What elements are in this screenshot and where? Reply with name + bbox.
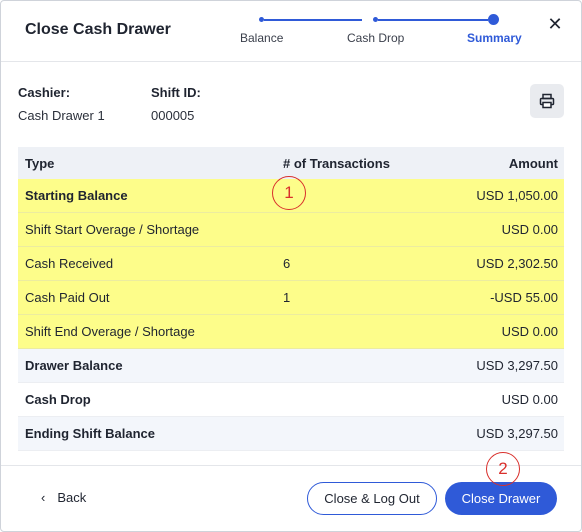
table-row: Ending Shift Balance USD 3,297.50 [18, 417, 564, 451]
row-amount: USD 1,050.00 [476, 188, 558, 203]
table-header-row: Type # of Transactions Amount [18, 147, 564, 179]
close-icon[interactable]: ✕ [546, 15, 564, 33]
printer-icon [539, 93, 555, 109]
table-row: Cash Paid Out 1 -USD 55.00 [18, 281, 564, 315]
row-type: Drawer Balance [25, 358, 123, 373]
row-type: Ending Shift Balance [25, 426, 156, 441]
row-amount: -USD 55.00 [490, 290, 558, 305]
close-cash-drawer-dialog: Close Cash Drawer Balance Cash Drop Summ… [0, 0, 582, 532]
step-dot-cash-drop [373, 17, 378, 22]
row-type: Shift End Overage / Shortage [25, 324, 195, 339]
cashier-label: Cashier: [18, 85, 71, 100]
table-row: Shift End Overage / Shortage USD 0.00 [18, 315, 564, 349]
dialog-title: Close Cash Drawer [25, 21, 171, 38]
back-button[interactable]: ‹ Back [41, 490, 86, 505]
stepper-line-1 [264, 19, 362, 21]
table-row: Cash Drop USD 0.00 [18, 383, 564, 417]
header-transactions: # of Transactions [283, 156, 390, 171]
row-type: Cash Received [25, 256, 114, 271]
print-button[interactable] [530, 84, 564, 118]
row-amount: USD 0.00 [501, 392, 558, 407]
step-summary[interactable]: Summary [467, 31, 522, 45]
row-amount: USD 3,297.50 [476, 426, 558, 441]
table-row: Drawer Balance USD 3,297.50 [18, 349, 564, 383]
row-type: Cash Paid Out [25, 290, 110, 305]
row-transactions: 6 [283, 256, 291, 271]
callout-marker-1: 1 [272, 176, 306, 210]
cashier-value: Cash Drawer 1 [18, 108, 105, 123]
header-amount: Amount [508, 156, 558, 171]
close-drawer-button[interactable]: Close Drawer [445, 482, 557, 515]
stepper: Balance Cash Drop Summary [229, 13, 529, 53]
step-dot-balance [259, 17, 264, 22]
dialog-header: Close Cash Drawer Balance Cash Drop Summ… [1, 1, 581, 62]
row-transactions: 1 [283, 290, 291, 305]
stepper-line-2 [378, 19, 488, 21]
row-type: Shift Start Overage / Shortage [25, 222, 200, 237]
back-label: Back [57, 490, 87, 505]
row-amount: USD 3,297.50 [476, 358, 558, 373]
row-amount: USD 0.00 [501, 324, 558, 339]
chevron-left-icon: ‹ [41, 490, 46, 505]
close-and-logout-button[interactable]: Close & Log Out [307, 482, 437, 515]
callout-marker-2: 2 [486, 452, 520, 486]
step-dot-summary [488, 14, 499, 25]
table-row: Cash Received 6 USD 2,302.50 [18, 247, 564, 281]
step-cash-drop[interactable]: Cash Drop [347, 31, 404, 45]
step-balance[interactable]: Balance [240, 31, 283, 45]
row-amount: USD 2,302.50 [476, 256, 558, 271]
row-type: Starting Balance [25, 188, 128, 203]
table-row: Shift Start Overage / Shortage USD 0.00 [18, 213, 564, 247]
row-amount: USD 0.00 [501, 222, 558, 237]
shift-id-label: Shift ID: [151, 85, 201, 100]
row-type: Cash Drop [25, 392, 91, 407]
shift-id-value: 000005 [151, 108, 195, 123]
header-type: Type [25, 156, 55, 171]
